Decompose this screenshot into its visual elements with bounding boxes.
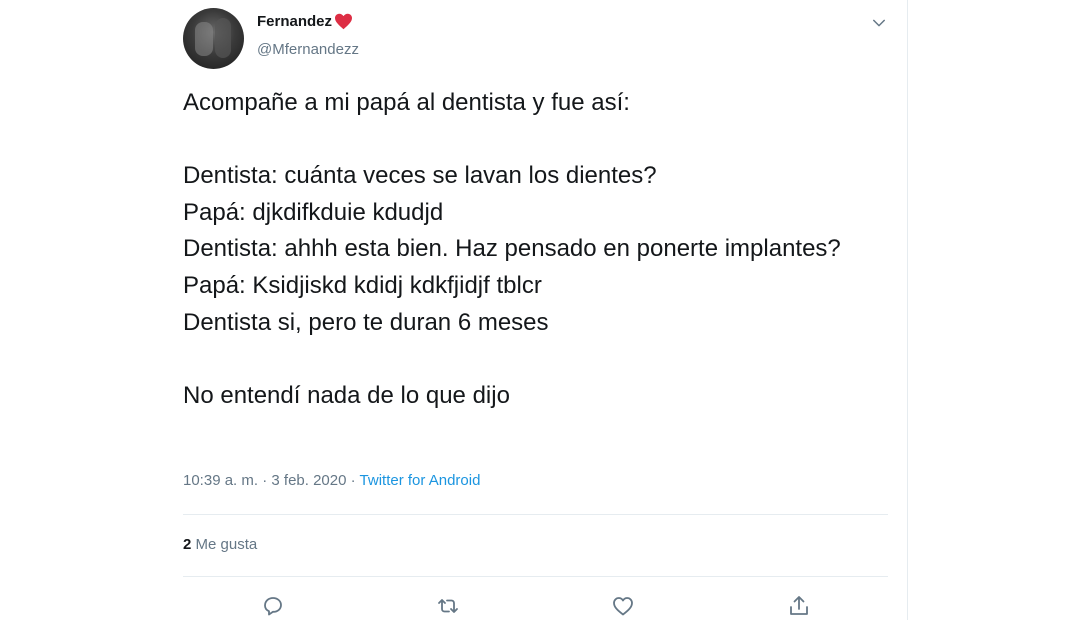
tweet-source-link[interactable]: Twitter for Android xyxy=(360,472,481,489)
avatar-shade xyxy=(215,18,231,58)
likes-stat[interactable]: 2 Me gusta xyxy=(183,536,257,553)
tweet-time[interactable]: 10:39 a. m. xyxy=(183,472,258,489)
divider xyxy=(183,576,888,577)
avatar-shade xyxy=(195,22,213,56)
tweet-text: Acompañe a mi papá al dentista y fue así… xyxy=(183,89,841,409)
share-icon[interactable] xyxy=(785,592,813,620)
tweet-meta: 10:39 a. m. · 3 feb. 2020 · Twitter for … xyxy=(183,472,480,489)
author-name-row[interactable]: Fernandez xyxy=(257,13,353,30)
column-divider xyxy=(907,0,908,620)
chevron-down-icon[interactable] xyxy=(870,14,888,32)
meta-separator: · xyxy=(258,472,272,489)
heart-icon xyxy=(334,13,353,30)
avatar[interactable] xyxy=(183,8,244,69)
reply-icon[interactable] xyxy=(259,592,287,620)
retweet-icon[interactable] xyxy=(434,592,462,620)
divider xyxy=(183,514,888,515)
author-handle[interactable]: @Mfernandezz xyxy=(257,41,359,58)
author-display-name[interactable]: Fernandez xyxy=(257,13,332,30)
tweet-date[interactable]: 3 feb. 2020 xyxy=(271,472,346,489)
like-icon[interactable] xyxy=(609,592,637,620)
meta-separator: · xyxy=(346,472,360,489)
likes-label: Me gusta xyxy=(195,536,258,553)
likes-count: 2 xyxy=(183,536,192,553)
